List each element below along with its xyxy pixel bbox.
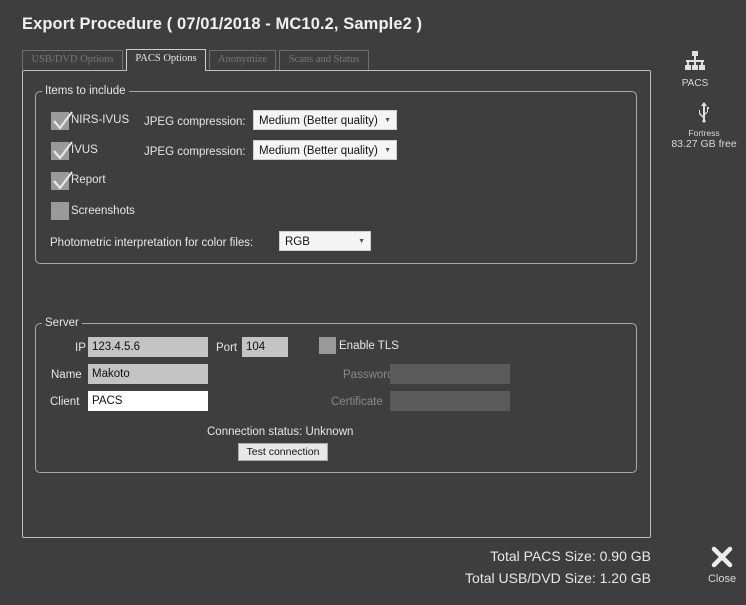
enable-tls-label: Enable TLS: [339, 340, 399, 352]
client-label: Client: [50, 396, 80, 408]
tab-usb-dvd-options[interactable]: USB/DVD Options: [22, 50, 123, 70]
photometric-value: RGB: [285, 236, 310, 248]
certificate-field: [390, 391, 510, 411]
close-button[interactable]: Close: [700, 546, 744, 585]
name-label: Name: [51, 369, 82, 381]
fortress-destination[interactable]: Fortress 83.27 GB free: [662, 101, 746, 150]
total-pacs-size: Total PACS Size: 0.90 GB: [490, 548, 651, 564]
tab-pacs-options[interactable]: PACS Options: [126, 49, 206, 71]
password-field: [390, 364, 510, 384]
report-label: Report: [71, 174, 106, 186]
photometric-select[interactable]: RGB ▼: [279, 231, 371, 251]
test-connection-button[interactable]: Test connection: [238, 443, 328, 461]
server-group: Server IP 123.4.5.6 Port 104 Enable TLS …: [35, 316, 637, 473]
items-to-include-group: Items to include NIRS-IVUS JPEG compress…: [35, 84, 637, 264]
nirs-ivus-label: NIRS-IVUS: [71, 114, 130, 126]
close-x-icon: [711, 546, 733, 568]
tab-anonymize[interactable]: Anonymize: [209, 50, 276, 70]
nirs-ivus-checkbox[interactable]: [51, 111, 73, 130]
certificate-label: Certificate: [331, 396, 383, 408]
ip-field[interactable]: 123.4.5.6: [88, 337, 208, 357]
network-icon: [685, 51, 705, 70]
name-field[interactable]: Makoto: [88, 364, 208, 384]
server-group-legend: Server: [42, 316, 82, 330]
fortress-label: Fortress: [688, 128, 720, 138]
ivus-compression-select[interactable]: Medium (Better quality) ▼: [253, 140, 397, 160]
chevron-down-icon: ▼: [384, 147, 391, 154]
screenshots-checkbox[interactable]: [51, 202, 69, 220]
total-usb-dvd-size: Total USB/DVD Size: 1.20 GB: [465, 570, 651, 586]
photometric-label: Photometric interpretation for color fil…: [50, 237, 254, 249]
usb-icon: [699, 102, 709, 123]
chevron-down-icon: ▼: [384, 117, 391, 124]
connection-status: Connection status: Unknown: [207, 426, 354, 438]
window-title: Export Procedure ( 07/01/2018 - MC10.2, …: [22, 15, 423, 33]
tab-scans-and-status[interactable]: Scans and Status: [279, 50, 369, 70]
screenshots-label: Screenshots: [71, 205, 135, 217]
port-field[interactable]: 104: [242, 337, 288, 357]
pacs-label: PACS: [681, 78, 709, 89]
enable-tls-checkbox[interactable]: [319, 337, 336, 354]
tab-panel: Items to include NIRS-IVUS JPEG compress…: [22, 70, 651, 538]
ip-label: IP: [75, 342, 86, 354]
items-group-legend: Items to include: [42, 84, 129, 98]
report-checkbox[interactable]: [51, 171, 73, 190]
port-label: Port: [216, 342, 238, 354]
nirs-ivus-compression-value: Medium (Better quality): [259, 115, 378, 127]
chevron-down-icon: ▼: [358, 238, 365, 245]
nirs-ivus-compression-select[interactable]: Medium (Better quality) ▼: [253, 110, 397, 130]
pacs-destination[interactable]: PACS: [672, 50, 718, 90]
ivus-compression-label: JPEG compression:: [144, 146, 246, 158]
client-field[interactable]: PACS: [88, 391, 208, 411]
fortress-free-space: 83.27 GB free: [671, 138, 737, 150]
ivus-label: IVUS: [71, 144, 98, 156]
nirs-ivus-compression-label: JPEG compression:: [144, 116, 246, 128]
ivus-compression-value: Medium (Better quality): [259, 145, 378, 157]
close-label: Close: [707, 573, 737, 585]
password-label: Password: [343, 369, 394, 381]
ivus-checkbox[interactable]: [51, 141, 73, 160]
